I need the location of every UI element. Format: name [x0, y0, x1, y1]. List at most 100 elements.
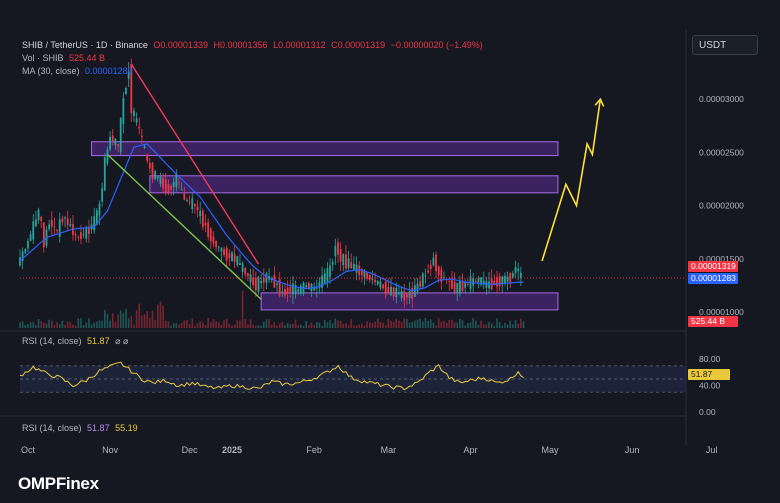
volume-bar — [520, 318, 522, 328]
volume-bar — [135, 310, 138, 328]
volume-bar — [472, 318, 474, 328]
rsi-value: 51.87 — [87, 336, 110, 346]
volume-bar — [247, 324, 249, 328]
volume-bar — [252, 324, 254, 328]
candle-body — [77, 236, 80, 238]
candle-body — [408, 291, 411, 298]
volume-bar — [411, 322, 413, 328]
candle-body — [188, 202, 191, 204]
rsi-settings-icons[interactable]: ⌀ ⌀ — [115, 336, 128, 346]
volume-bar — [244, 319, 247, 328]
volume-bar — [194, 325, 196, 328]
candle-body — [474, 280, 477, 282]
volume-bar — [85, 322, 88, 328]
volume-bar — [236, 320, 239, 328]
candle-body — [24, 249, 27, 253]
currency-button[interactable]: USDT — [692, 35, 758, 55]
candle-body — [138, 126, 141, 129]
candle-body — [66, 218, 69, 225]
candle-body — [329, 265, 331, 277]
volume-bar — [268, 319, 270, 328]
volume-bar — [361, 323, 363, 328]
volume-bar — [390, 320, 392, 328]
volume-bar — [90, 324, 93, 328]
volume-bar — [138, 303, 141, 328]
volume-bar — [196, 323, 199, 328]
candle-body — [347, 258, 350, 269]
volume-bar — [109, 320, 111, 328]
candle-body — [326, 268, 329, 282]
volume-label: Vol · SHIB — [22, 53, 64, 63]
candle-body — [80, 232, 82, 240]
candle-body — [358, 265, 361, 276]
x-tick-label: 2025 — [222, 445, 242, 455]
candle-body — [196, 206, 199, 211]
candle-body — [281, 290, 284, 292]
volume-bar — [119, 310, 122, 328]
volume-bar — [358, 324, 360, 328]
volume-bar — [61, 320, 64, 328]
volume-bar — [371, 322, 374, 328]
candle-body — [167, 183, 170, 193]
volume-bar — [432, 322, 435, 328]
volume-bar — [440, 321, 443, 328]
volume-bar — [180, 322, 183, 328]
ma-line — [19, 143, 524, 292]
candle-body — [300, 285, 302, 294]
volume-bar — [398, 320, 400, 328]
volume-bar — [448, 319, 451, 328]
volume-bar — [146, 311, 148, 328]
candle-body — [488, 281, 490, 289]
volume-bar — [464, 325, 466, 328]
candle-body — [466, 283, 469, 285]
candle-body — [477, 278, 480, 283]
candle-body — [395, 287, 398, 298]
volume-bar — [72, 324, 74, 328]
candle-body — [133, 110, 135, 116]
volume-bar — [263, 321, 265, 328]
ma-legend: MA (30, close) 0.00001283 — [22, 66, 136, 76]
volume-bar — [376, 318, 379, 328]
volume-bar — [422, 321, 424, 328]
candle-body — [379, 281, 382, 288]
volume-bar — [217, 322, 220, 328]
volume-bar — [363, 325, 366, 328]
volume-bar — [321, 325, 323, 328]
volume-bar — [496, 318, 498, 328]
volume-bar — [498, 321, 501, 328]
volume-bar — [231, 325, 233, 328]
candle-body — [93, 216, 96, 231]
volume-bar — [32, 321, 35, 328]
volume-bar — [427, 320, 429, 328]
candle-body — [273, 275, 276, 288]
candle-body — [437, 266, 440, 276]
volume-bar — [273, 322, 276, 328]
candle-body — [122, 98, 125, 124]
volume-bar — [64, 324, 66, 328]
volume-bar — [339, 320, 342, 328]
candle-body — [342, 254, 345, 266]
volume-bar — [329, 320, 331, 328]
volume-bar — [37, 318, 40, 328]
rsi2-label: RSI (14, close) — [22, 423, 82, 433]
volume-bar — [316, 322, 318, 328]
volume-bar — [429, 319, 432, 328]
candle-body — [284, 288, 286, 296]
volume-bar — [469, 322, 472, 328]
volume-bar — [270, 324, 273, 328]
volume-bar — [159, 301, 162, 328]
candle-body — [148, 163, 151, 169]
volume-bar — [379, 321, 382, 328]
brand-logo: OMPFinex — [18, 474, 99, 493]
volume-bar — [334, 318, 337, 328]
volume-bar — [345, 323, 347, 328]
volume-bar — [191, 318, 194, 328]
candle-body — [183, 193, 186, 200]
candle-body — [135, 118, 138, 123]
volume-bar — [223, 319, 225, 328]
candle-body — [387, 286, 390, 293]
volume-bar — [382, 322, 384, 328]
candle-body — [368, 275, 371, 280]
volume-bar — [308, 325, 310, 328]
volume-bar — [24, 325, 27, 328]
